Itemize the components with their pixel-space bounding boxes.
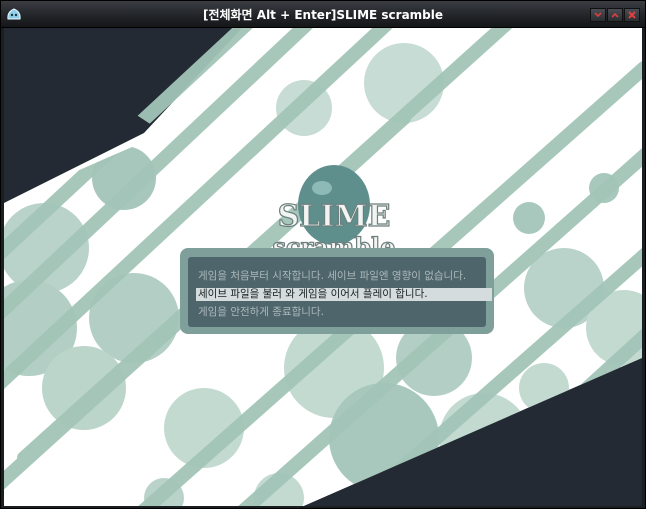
menu-item-new-game[interactable]: 게임을 처음부터 시작합니다. 세이브 파일엔 영향이 없습니다. [196,270,468,283]
window-controls [590,8,640,22]
menu-item-quit[interactable]: 게임을 안전하게 종료합니다. [196,306,326,319]
game-screen[interactable]: SLIME scramble 게임을 처음부터 시작합니다. 세이브 파일엔 영… [4,28,642,506]
menu-panel: 게임을 처음부터 시작합니다. 세이브 파일엔 영향이 없습니다. 세이브 파일… [188,257,492,327]
window-title: [전체화면 Alt + Enter]SLIME scramble [202,8,444,22]
minimize-icon [594,12,602,18]
close-icon [628,11,636,19]
maximize-button[interactable] [607,8,623,22]
game-window: [전체화면 Alt + Enter]SLIME scramble SLIME s… [0,0,646,509]
close-button[interactable] [624,8,640,22]
menu-item-continue[interactable]: 세이브 파일을 불러 와 게임을 이어서 플레이 합니다. [196,288,492,301]
logo-text-line1: SLIME [278,199,391,234]
title-menu: 게임을 처음부터 시작합니다. 세이브 파일엔 영향이 없습니다. 세이브 파일… [180,248,494,334]
title-bar[interactable]: [전체화면 Alt + Enter]SLIME scramble [1,1,645,28]
minimize-button[interactable] [590,8,606,22]
maximize-icon [611,12,619,18]
game-logo: SLIME scramble [272,165,396,260]
